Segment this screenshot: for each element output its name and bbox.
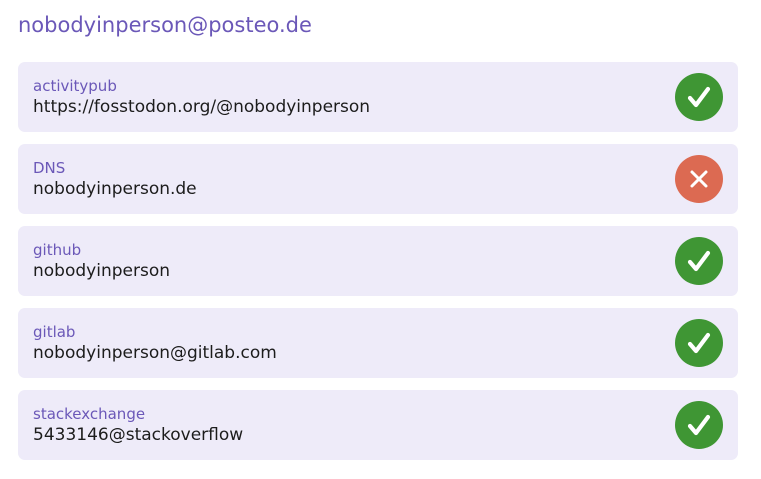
verified-status-button[interactable] <box>675 237 723 285</box>
claim-value: https://fosstodon.org/@nobodyinperson <box>33 97 371 117</box>
claim-type-label: DNS <box>33 159 66 177</box>
claim-value: nobodyinperson@gitlab.com <box>33 343 277 363</box>
profile-email-title: nobodyinperson@posteo.de <box>18 13 312 37</box>
verified-status-button[interactable] <box>675 319 723 367</box>
checkmark-icon <box>687 332 711 354</box>
verified-status-button[interactable] <box>675 73 723 121</box>
claim-type-label: activitypub <box>33 77 117 95</box>
claims-list: activitypub https://fosstodon.org/@nobod… <box>18 62 738 460</box>
checkmark-icon <box>687 86 711 108</box>
claim-card-github[interactable]: github nobodyinperson <box>18 226 738 296</box>
verified-status-button[interactable] <box>675 401 723 449</box>
claim-value: nobodyinperson.de <box>33 179 197 199</box>
failed-status-button[interactable] <box>675 155 723 203</box>
checkmark-icon <box>687 414 711 436</box>
claim-card-dns[interactable]: DNS nobodyinperson.de <box>18 144 738 214</box>
claim-card-stackexchange[interactable]: stackexchange 5433146@stackoverflow <box>18 390 738 460</box>
claim-type-label: gitlab <box>33 323 76 341</box>
claim-value: nobodyinperson <box>33 261 170 281</box>
profile-page: nobodyinperson@posteo.de activitypub htt… <box>0 0 761 479</box>
claim-card-activitypub[interactable]: activitypub https://fosstodon.org/@nobod… <box>18 62 738 132</box>
claim-value: 5433146@stackoverflow <box>33 425 244 445</box>
checkmark-icon <box>687 250 711 272</box>
claim-type-label: stackexchange <box>33 405 146 423</box>
claim-type-label: github <box>33 241 82 259</box>
cross-icon <box>690 170 708 188</box>
claim-card-gitlab[interactable]: gitlab nobodyinperson@gitlab.com <box>18 308 738 378</box>
